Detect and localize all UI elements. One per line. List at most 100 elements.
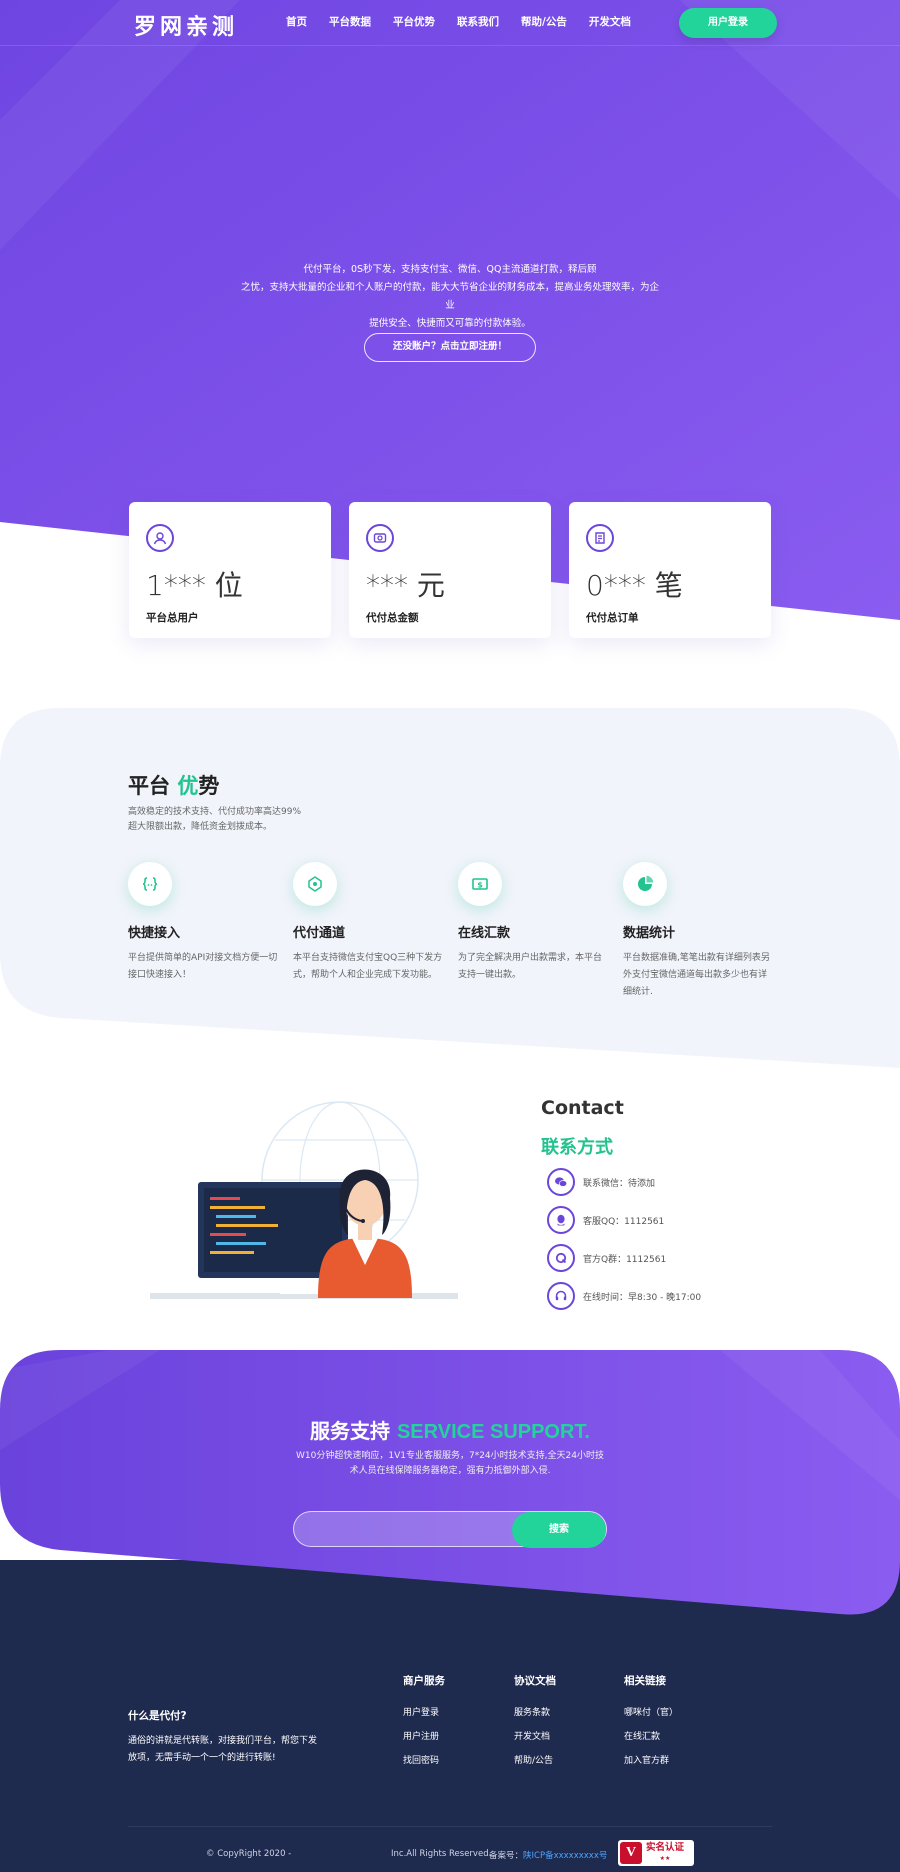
users-icon bbox=[146, 524, 174, 552]
support-illustration bbox=[150, 1101, 458, 1299]
service-title-en: SERVICE SUPPORT. bbox=[396, 1421, 590, 1443]
footer-col-title: 相关链接 bbox=[624, 1675, 666, 1687]
user-login-button[interactable]: 用户登录 bbox=[679, 8, 777, 38]
footer-rights: Inc.All Rights Reserved. bbox=[391, 1849, 492, 1859]
code-icon bbox=[128, 862, 172, 906]
feature-desc: 平台提供简单的API对接文档方便一切接口快速接入！ bbox=[128, 953, 278, 980]
qq-group-icon bbox=[547, 1244, 575, 1272]
service-description: W10分钟超快速响应，1V1专业客服服务，7*24小时技术支持,全天24小时技 … bbox=[290, 1449, 610, 1479]
orders-icon bbox=[586, 524, 614, 552]
money-icon bbox=[366, 524, 394, 552]
hero-line-3: 提供安全、快捷而又可靠的付款体验。 bbox=[369, 318, 531, 329]
hero-description: 代付平台，0S秒下发，支持支付宝、微信、QQ主流通道打款，释后顾 之忧，支持大批… bbox=[238, 261, 662, 333]
search-input[interactable] bbox=[306, 1520, 496, 1540]
contact-text: 官方Q群：1112561 bbox=[583, 1254, 667, 1265]
footer-link-register[interactable]: 用户注册 bbox=[403, 1729, 439, 1742]
feature-title: 快捷接入 bbox=[128, 926, 181, 941]
stat-label: 代付总订单 bbox=[586, 612, 639, 624]
qq-icon bbox=[547, 1206, 575, 1234]
service-title: 服务支持 SERVICE SUPPORT. bbox=[0, 1415, 900, 1444]
advantage-title-highlight: 优 bbox=[177, 774, 199, 798]
contact-text: 在线时间：早8:30 - 晚17:00 bbox=[583, 1292, 702, 1303]
footer-link-help[interactable]: 帮助/公告 bbox=[514, 1753, 553, 1766]
badge-label: 实名认证 bbox=[646, 1842, 685, 1853]
footer-col-title: 协议文档 bbox=[514, 1675, 556, 1687]
advantage-title-part: 平台 bbox=[128, 774, 170, 798]
footer-icp-label: 备案号： bbox=[489, 1851, 524, 1861]
nav-platform-data[interactable]: 平台数据 bbox=[329, 14, 371, 29]
hero-line-1: 代付平台，0S秒下发，支持支付宝、微信、QQ主流通道打款，释后顾 bbox=[303, 264, 597, 275]
feature-payout-channel: 代付通道 本平台支持微信支付宝QQ三种下发方式，帮助个人和企业完成下发功能。 bbox=[293, 862, 463, 984]
footer-link-docs[interactable]: 开发文档 bbox=[514, 1729, 550, 1742]
advantage-sub-line: 超大限额出款，降低资金划拨成本。 bbox=[128, 822, 273, 832]
stat-label: 平台总用户 bbox=[146, 612, 199, 624]
service-title-cn: 服务支持 bbox=[310, 1419, 390, 1443]
feature-desc: 本平台支持微信支付宝QQ三种下发方式，帮助个人和企业完成下发功能。 bbox=[293, 953, 443, 980]
nav-help[interactable]: 帮助/公告 bbox=[521, 14, 567, 29]
cash-icon: $ bbox=[458, 862, 502, 906]
verified-icon: V bbox=[620, 1842, 642, 1864]
feature-data-stats: 数据统计 平台数据准确,笔笔出款有详细列表另外支付宝微信通道每出款多少也有详细统… bbox=[623, 862, 793, 1001]
svg-text:$: $ bbox=[477, 881, 483, 890]
main-menu: 首页 平台数据 平台优势 联系我们 帮助/公告 开发文档 bbox=[286, 14, 653, 29]
feature-online-remit: $ 在线汇款 为了完全解决用户出款需求，本平台支持一键出款。 bbox=[458, 862, 628, 984]
footer-link-terms[interactable]: 服务条款 bbox=[514, 1705, 550, 1718]
service-desc-line: 术人员在线保障服务器稳定，强有力抵御外部入侵. bbox=[349, 1466, 551, 1476]
feature-title: 数据统计 bbox=[623, 926, 676, 941]
badge-text: 实名认证 ★★ bbox=[646, 1842, 684, 1864]
contact-text: 客服QQ：1112561 bbox=[583, 1216, 665, 1227]
wechat-icon bbox=[547, 1168, 575, 1196]
stat-value: 0*** 笔 bbox=[586, 569, 683, 602]
stat-value: 1*** 位 bbox=[146, 569, 243, 602]
nav-home[interactable]: 首页 bbox=[286, 14, 307, 29]
contact-hours: 在线时间：早8:30 - 晚17:00 bbox=[547, 1282, 701, 1310]
nav-dev-docs[interactable]: 开发文档 bbox=[589, 14, 631, 29]
footer-col-title: 商户服务 bbox=[403, 1675, 445, 1687]
search-button[interactable]: 搜索 bbox=[512, 1512, 606, 1548]
footer-about-text: 通俗的讲就是代转账，对接我们平台，帮您下发放项，无需手动一个一个的进行转账! bbox=[128, 1736, 318, 1763]
advantage-sub-line: 高效稳定的技术支持、代付成功率高达99% bbox=[128, 807, 302, 817]
search-bar: 搜索 bbox=[293, 1511, 607, 1548]
footer-divider bbox=[128, 1826, 772, 1827]
nav-contact[interactable]: 联系我们 bbox=[457, 14, 499, 29]
footer-copyright: © CopyRight 2020 - bbox=[206, 1849, 292, 1859]
feature-desc: 为了完全解决用户出款需求，本平台支持一键出款。 bbox=[458, 953, 603, 980]
footer-link-login[interactable]: 用户登录 bbox=[403, 1705, 439, 1718]
footer-link-group[interactable]: 加入官方群 bbox=[624, 1753, 669, 1766]
hero-line-2: 之忧，支持大批量的企业和个人账户的付款，能大大节省企业的财务成本，提高业务处理效… bbox=[240, 282, 659, 311]
contact-subheading: 联系方式 bbox=[541, 1137, 613, 1158]
real-name-badge[interactable]: V 实名认证 ★★ bbox=[618, 1840, 694, 1866]
footer-icp-link[interactable]: 陕ICP备xxxxxxxxx号 bbox=[523, 1851, 607, 1861]
contact-wechat: 联系微信：待添加 bbox=[547, 1168, 655, 1196]
footer-link-official[interactable]: 哪咪付（官） bbox=[624, 1705, 678, 1718]
badge-stars: ★★ bbox=[659, 1855, 671, 1862]
feature-title: 在线汇款 bbox=[458, 926, 511, 941]
network-icon bbox=[293, 862, 337, 906]
contact-text: 联系微信：待添加 bbox=[583, 1178, 656, 1189]
feature-quick-access: 快捷接入 平台提供简单的API对接文档方便一切接口快速接入！ bbox=[128, 862, 298, 984]
top-navbar: 罗网亲测 首页 平台数据 平台优势 联系我们 帮助/公告 开发文档 用户登录 bbox=[0, 0, 900, 46]
register-button[interactable]: 还没账户？点击立即注册！ bbox=[364, 333, 536, 362]
headset-icon bbox=[547, 1282, 575, 1310]
stat-card-amount: *** 元 代付总金额 bbox=[349, 502, 551, 638]
advantage-subtitle: 高效稳定的技术支持、代付成功率高达99% 超大限额出款，降低资金划拨成本。 bbox=[128, 805, 328, 835]
stat-card-orders: 0*** 笔 代付总订单 bbox=[569, 502, 771, 638]
nav-platform-advantage[interactable]: 平台优势 bbox=[393, 14, 435, 29]
site-logo[interactable]: 罗网亲测 bbox=[134, 9, 238, 41]
feature-title: 代付通道 bbox=[293, 926, 346, 941]
stat-value: *** 元 bbox=[366, 569, 445, 602]
footer-link-remit[interactable]: 在线汇款 bbox=[624, 1729, 660, 1742]
contact-heading: Contact bbox=[541, 1097, 624, 1119]
stat-label: 代付总金额 bbox=[366, 612, 419, 624]
service-background bbox=[0, 1350, 900, 1615]
footer-icp: 备案号：陕ICP备xxxxxxxxx号 bbox=[489, 1849, 607, 1861]
advantage-title-part: 势 bbox=[198, 774, 220, 798]
feature-desc: 平台数据准确,笔笔出款有详细列表另外支付宝微信通道每出款多少也有详细统计. bbox=[623, 953, 770, 997]
stat-card-users: 1*** 位 平台总用户 bbox=[129, 502, 331, 638]
footer-about-title: 什么是代付? bbox=[128, 1710, 187, 1722]
service-desc-line: W10分钟超快速响应，1V1专业客服服务，7*24小时技术支持,全天24小时技 bbox=[296, 1451, 604, 1461]
footer-link-recover[interactable]: 找回密码 bbox=[403, 1753, 439, 1766]
contact-qq-group: 官方Q群：1112561 bbox=[547, 1244, 666, 1272]
pie-chart-icon bbox=[623, 862, 667, 906]
advantage-title: 平台 优势 bbox=[128, 770, 219, 800]
